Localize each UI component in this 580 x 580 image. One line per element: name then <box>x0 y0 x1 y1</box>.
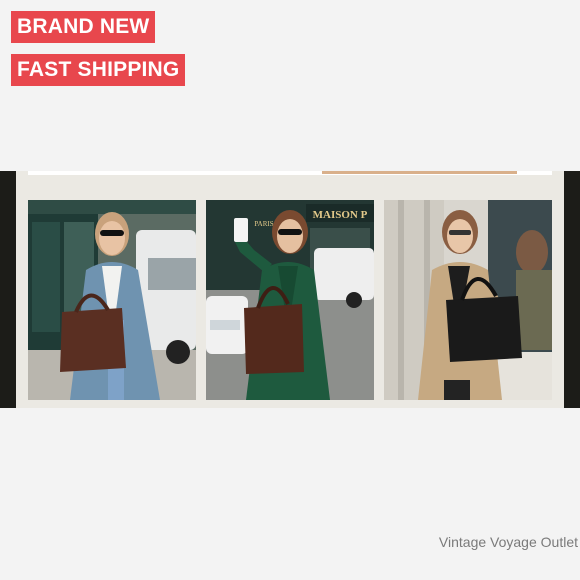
product-photo-banner: MAISON P PARIS <box>0 171 580 408</box>
storefront-sign: MAISON P <box>313 209 368 221</box>
listing-image: BRAND NEW FAST SHIPPING MAISON P PARIS V… <box>0 0 580 580</box>
lifestyle-photo-green-coat: MAISON P PARIS <box>206 200 374 400</box>
lifestyle-photo-blue-coat <box>28 200 196 400</box>
banner-left-edge <box>0 171 16 408</box>
lifestyle-photo-beige-coat <box>384 200 552 400</box>
banner-right-edge <box>564 171 580 408</box>
fast-shipping-badge: FAST SHIPPING <box>11 54 186 86</box>
brand-new-badge: BRAND NEW <box>11 11 156 43</box>
banner-top-accent <box>322 171 517 174</box>
photo-illustration <box>28 200 196 400</box>
photo-illustration: MAISON P PARIS <box>206 200 374 400</box>
storefront-sign-small: PARIS <box>254 220 273 228</box>
photo-illustration <box>384 200 552 400</box>
shop-name: Vintage Voyage Outlet <box>438 534 578 550</box>
